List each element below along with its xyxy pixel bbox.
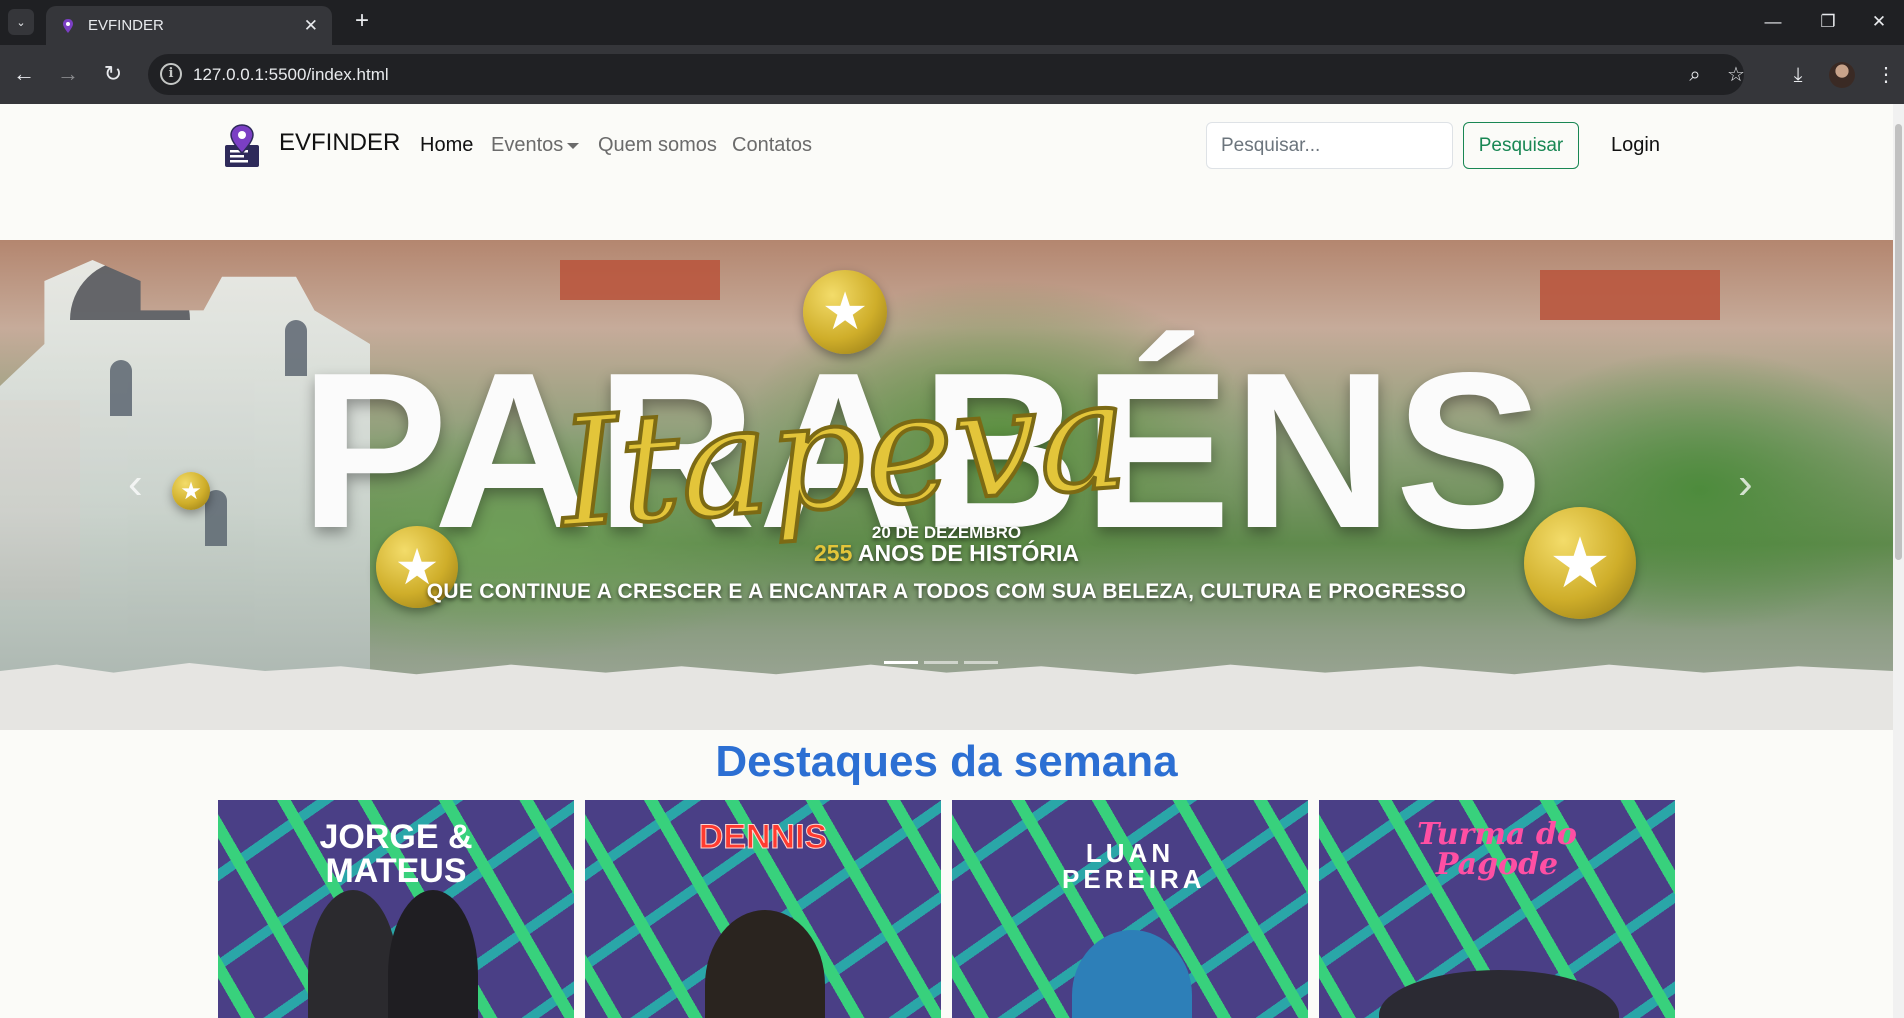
nav-link-contatos[interactable]: Contatos (732, 134, 812, 157)
minimize-icon[interactable]: — (1750, 4, 1796, 40)
close-window-icon[interactable]: ✕ (1856, 4, 1902, 40)
site-info-icon[interactable]: i (160, 63, 182, 85)
caret-down-icon (567, 142, 580, 149)
hero-years: 255 (814, 540, 853, 566)
event-card[interactable]: Turma do Pagode (1319, 800, 1675, 1018)
carousel-next-icon[interactable]: › (1738, 462, 1753, 506)
search-button[interactable]: Pesquisar (1463, 122, 1579, 169)
event-card-title: DENNIS (698, 818, 828, 856)
site-navbar: EVFINDER Home Eventos Quem somos Contato… (0, 104, 1893, 184)
tab-close-icon[interactable]: ✕ (304, 17, 318, 34)
zoom-icon[interactable]: ⌕ (1681, 61, 1709, 89)
church-dome (70, 260, 190, 320)
carousel-indicator[interactable] (924, 661, 958, 664)
background-roof (560, 260, 720, 300)
event-card[interactable]: DENNIS (585, 800, 941, 1018)
carousel-indicators (884, 661, 998, 664)
browser-tab[interactable]: EVFINDER ✕ (46, 6, 332, 45)
new-tab-plus-icon[interactable]: + (349, 9, 375, 35)
artist-photo (308, 890, 398, 1018)
artist-photo (1072, 930, 1192, 1018)
gold-star-icon: ★ (172, 472, 210, 510)
bookmark-star-icon[interactable]: ☆ (1722, 61, 1750, 89)
nav-link-eventos[interactable]: Eventos (491, 134, 580, 157)
profile-avatar[interactable] (1829, 62, 1855, 88)
hero-history: 255 ANOS DE HISTÓRIA (0, 540, 1893, 567)
page-scrollbar[interactable] (1893, 104, 1904, 1018)
carousel-indicator[interactable] (884, 661, 918, 664)
location-pin-favicon-icon (63, 18, 73, 33)
nav-link-eventos-label: Eventos (491, 134, 564, 156)
scrollbar-thumb[interactable] (1895, 124, 1902, 560)
restore-icon[interactable]: ❐ (1805, 4, 1851, 40)
event-card-title: LUAN PEREIRA (1062, 838, 1206, 894)
reload-icon[interactable]: ↻ (99, 61, 127, 89)
download-icon[interactable]: ⤓ (1784, 61, 1812, 89)
section-title: Destaques da semana (715, 737, 1178, 786)
forward-arrow-icon[interactable]: → (54, 61, 82, 89)
hero-history-label: ANOS DE HISTÓRIA (857, 540, 1079, 566)
artist-photo (705, 910, 825, 1018)
event-card[interactable]: LUAN PEREIRA (952, 800, 1308, 1018)
carousel-prev-icon[interactable]: ‹ (128, 462, 143, 506)
address-url[interactable]: 127.0.0.1:5500/index.html (193, 65, 389, 85)
login-link[interactable]: Login (1611, 134, 1660, 157)
event-card[interactable]: JORGE & MATEUS (218, 800, 574, 1018)
browser-toolbar: ← → ↻ i 127.0.0.1:5500/index.html ⌕ ☆ ⤓ … (0, 45, 1904, 104)
hero-tagline: QUE CONTINUE A CRESCER E A ENCANTAR A TO… (426, 580, 1467, 603)
tab-title: EVFINDER (88, 17, 164, 34)
back-arrow-icon[interactable]: ← (10, 61, 38, 89)
brand-logo-icon[interactable] (222, 123, 262, 169)
event-card-title: Turma do Pagode (1417, 817, 1577, 882)
carousel-indicator[interactable] (964, 661, 998, 664)
nav-link-quem-somos[interactable]: Quem somos (598, 134, 717, 157)
hero-script-title: Itapeva (553, 346, 1136, 563)
browser-titlebar: ⌄ EVFINDER ✕ + — ❐ ✕ (0, 0, 1904, 45)
artist-photo (388, 890, 478, 1018)
gold-star-icon: ★ (803, 270, 887, 354)
tab-search-chevron-icon[interactable]: ⌄ (8, 9, 34, 35)
hero-carousel[interactable]: PARABÉNS Itapeva ★ ★ ★ ★ 20 DE DEZEMBRO … (0, 240, 1893, 730)
address-bar[interactable]: i 127.0.0.1:5500/index.html ⌕ ☆ (148, 54, 1745, 95)
nav-link-home[interactable]: Home (420, 134, 473, 157)
brand-name[interactable]: EVFINDER (279, 129, 400, 157)
search-input[interactable] (1206, 122, 1453, 169)
page-viewport: EVFINDER Home Eventos Quem somos Contato… (0, 104, 1893, 1018)
background-roof (1540, 270, 1720, 320)
church-window (110, 360, 132, 416)
event-card-title: JORGE & MATEUS (319, 818, 473, 890)
group-photo (1379, 970, 1619, 1018)
menu-kebab-icon[interactable]: ⋮ (1872, 61, 1900, 89)
